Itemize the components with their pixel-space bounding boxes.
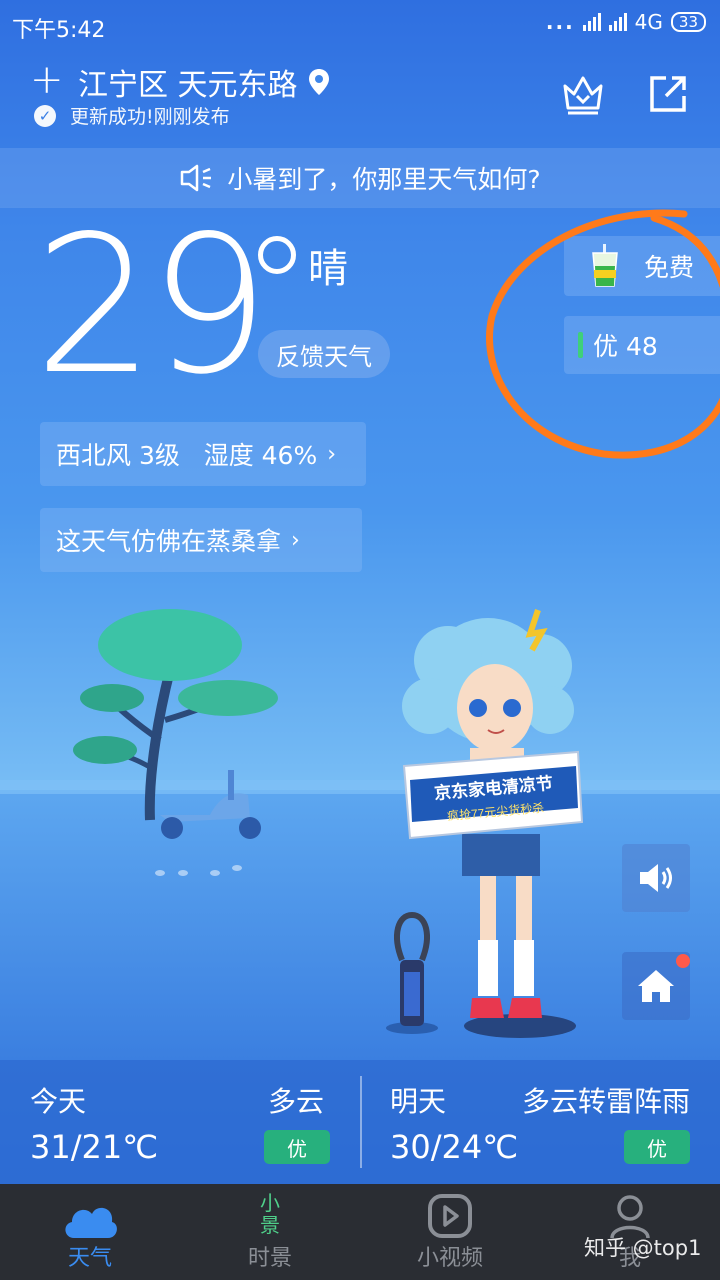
scenery-icon: 小 景 xyxy=(240,1192,300,1242)
status-icons: ... 4G 33 xyxy=(546,10,706,34)
network-type: 4G xyxy=(634,10,663,34)
nav-label-weather: 天气 xyxy=(67,1246,112,1271)
forecast-today-condition: 多云 xyxy=(268,1085,325,1118)
forecast-tomorrow-label: 明天 xyxy=(390,1085,447,1118)
crown-icon[interactable] xyxy=(560,72,606,116)
signal-icon xyxy=(582,13,601,31)
check-icon: ✓ xyxy=(34,104,56,127)
update-text: 更新成功!刚刚发布 xyxy=(70,106,230,128)
status-time: 下午5:42 xyxy=(12,18,106,43)
wind-humidity-text: 西北风 3级 湿度 46% xyxy=(56,441,318,470)
nav-tab-scenery[interactable]: 小 景 时景 xyxy=(180,1184,360,1280)
cloud-icon xyxy=(65,1207,117,1238)
forecast-divider xyxy=(360,1076,362,1168)
chevron-right-icon: › xyxy=(327,441,337,467)
nav-tab-short-video[interactable]: 小视频 xyxy=(360,1184,540,1280)
banner-text: 小暑到了，你那里天气如何? xyxy=(227,165,541,194)
status-bar: 下午5:42 ... 4G 33 xyxy=(0,0,720,48)
forecast-today-label: 今天 xyxy=(30,1085,87,1118)
weather-illustration: 京东家电清凉节 疯抢77元尖货秒杀 xyxy=(0,609,720,1060)
add-city-button[interactable]: + xyxy=(30,60,64,100)
scenery-icon-bottom: 景 xyxy=(260,1213,280,1237)
forecast-tomorrow-aqi-badge: 优 xyxy=(624,1130,690,1164)
chevron-right-icon: › xyxy=(291,527,300,553)
sound-button[interactable] xyxy=(622,844,690,912)
annotation-circle xyxy=(486,209,720,459)
forecast-today-temp: 31/21℃ xyxy=(30,1128,159,1166)
weather-quip-chip[interactable]: 这天气仿佛在蒸桑拿 › xyxy=(40,508,362,572)
notification-dot xyxy=(676,954,690,968)
watermark: 知乎 @top1 xyxy=(584,1236,702,1260)
update-status: ✓ 更新成功!刚刚发布 xyxy=(34,102,230,129)
share-icon[interactable] xyxy=(646,72,690,116)
location-pin-icon xyxy=(308,69,329,95)
forecast-today-aqi-badge: 优 xyxy=(264,1130,330,1164)
location-title[interactable]: 江宁区 天元东路 xyxy=(78,60,330,104)
scenery-icon-top: 小 xyxy=(260,1191,280,1215)
nav-label-short-video: 小视频 xyxy=(416,1246,483,1271)
video-play-icon xyxy=(428,1194,472,1238)
forecast-tomorrow-temp: 30/24℃ xyxy=(390,1128,519,1166)
current-temperature: 29 xyxy=(34,195,270,416)
announcement-icon xyxy=(181,164,212,192)
degree-symbol xyxy=(258,236,296,274)
feedback-weather-button[interactable]: 反馈天气 xyxy=(258,330,390,378)
nav-tab-weather[interactable]: 天气 xyxy=(0,1184,180,1280)
location-name: 江宁区 天元东路 xyxy=(78,68,298,103)
more-dots-icon: ... xyxy=(545,10,575,34)
battery-icon: 33 xyxy=(670,12,706,32)
forecast-tomorrow-condition: 多云转雷阵雨 xyxy=(522,1085,691,1118)
nav-label-scenery: 时景 xyxy=(247,1246,292,1271)
speaker-icon xyxy=(640,864,672,892)
weather-condition: 晴 xyxy=(308,246,348,292)
wind-humidity-chip[interactable]: 西北风 3级 湿度 46% › xyxy=(40,422,366,486)
signal-icon-2 xyxy=(608,13,627,31)
weather-quip-text: 这天气仿佛在蒸桑拿 xyxy=(56,527,282,556)
